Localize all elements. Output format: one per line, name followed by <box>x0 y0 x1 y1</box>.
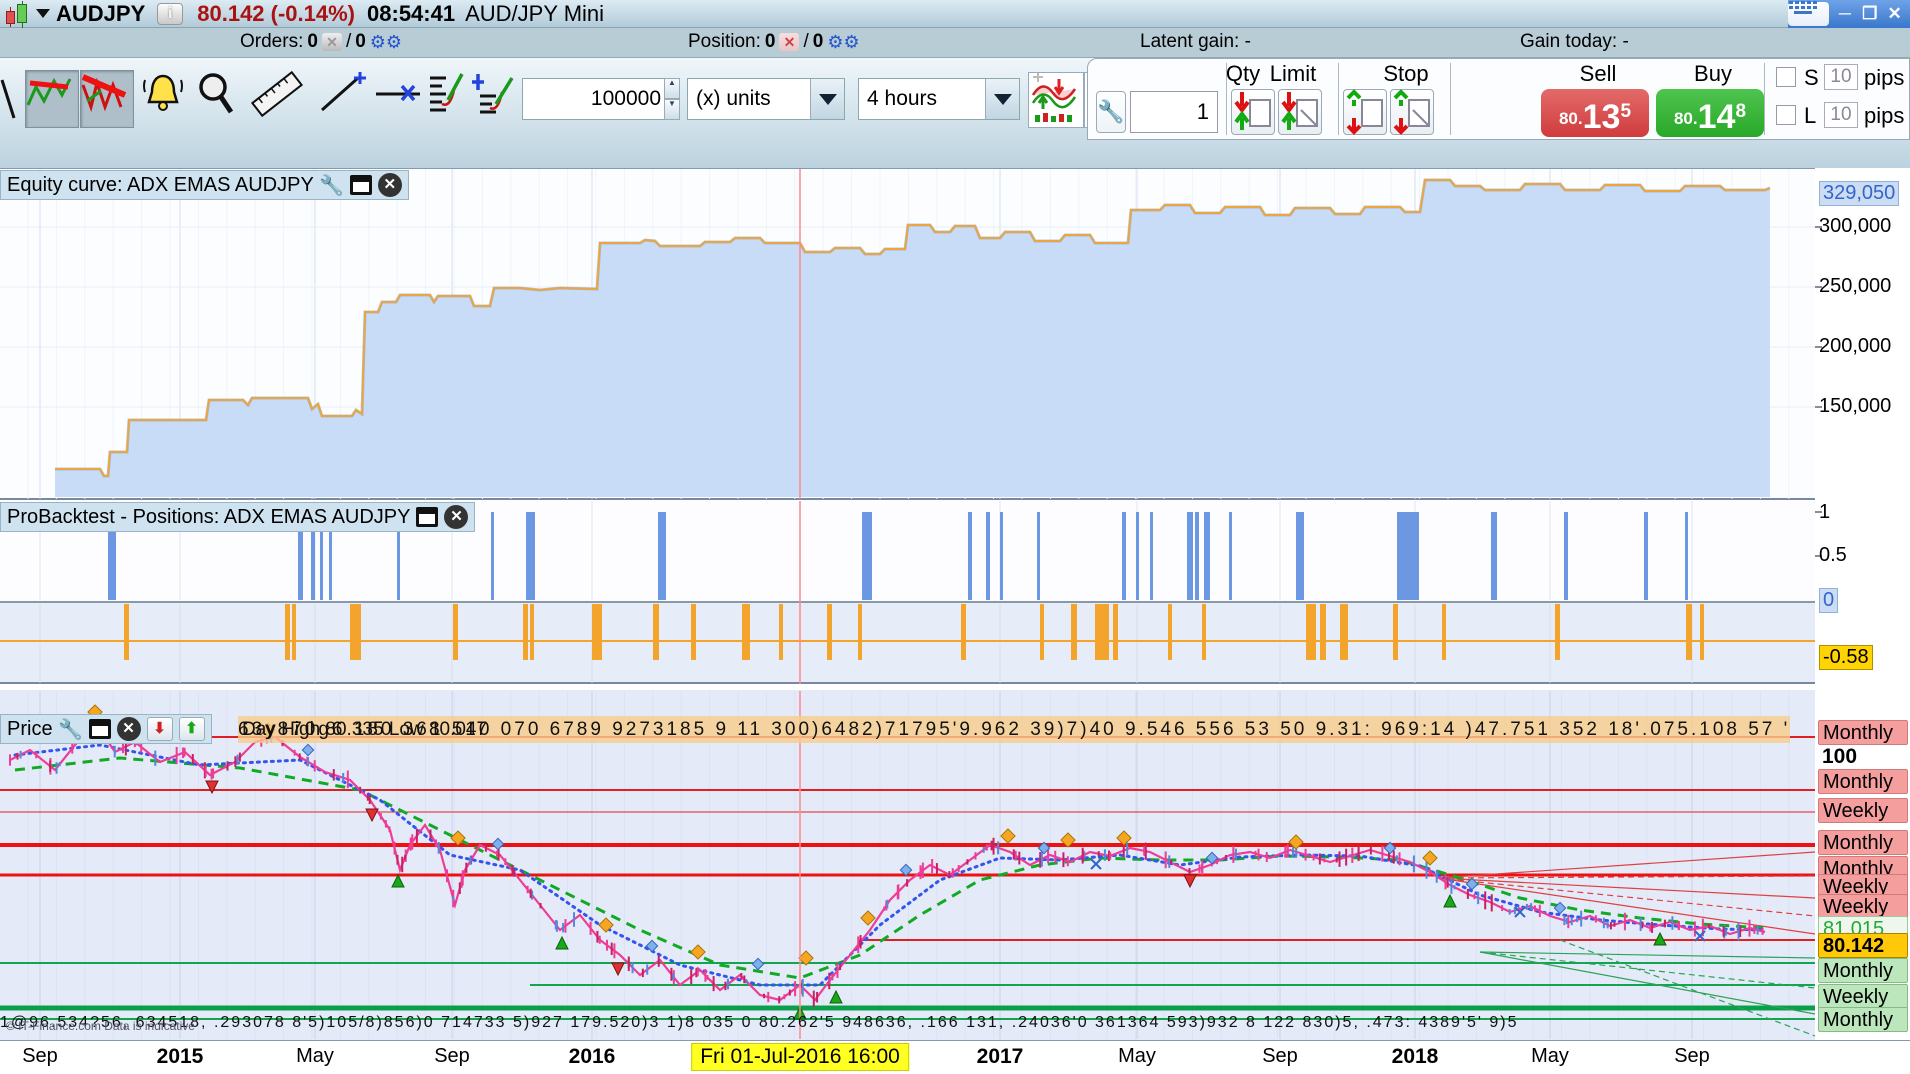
positions-close-icon[interactable]: ✕ <box>444 505 469 529</box>
time-axis-tick: May <box>296 1045 334 1067</box>
time-axis-tick: Sep <box>434 1045 470 1067</box>
price-settings-wrench-icon[interactable]: 🔧 <box>58 717 83 741</box>
equity-axis-tick: 300,000 <box>1819 215 1892 237</box>
price-level-label: 100 <box>1822 745 1858 768</box>
equity-axis-tick: 200,000 <box>1819 335 1892 357</box>
price-level-label: Weekly <box>1818 984 1908 1009</box>
price-chart <box>0 691 1816 1039</box>
positions-maximize-icon[interactable] <box>416 507 439 527</box>
equity-close-icon[interactable]: ✕ <box>377 173 402 197</box>
positions-panel-title: ProBacktest - Positions: ADX EMAS AUDJPY… <box>0 502 476 532</box>
time-axis-tick: Sep <box>1262 1045 1298 1067</box>
trade-labels-overlap-text: 1@96.534?56, 634518, .293078 8'5)105/8)8… <box>0 1014 1519 1031</box>
equity-current-value: 329,050 <box>1819 181 1900 206</box>
trading-platform-window: AUDJPY i 80.142 (-0.14%) 08:54:41 AUD/JP… <box>0 0 1910 1074</box>
positions-title-text: ProBacktest - Positions: ADX EMAS AUDJPY <box>7 505 411 528</box>
time-axis-tick: 2015 <box>156 1045 204 1068</box>
positions-axis-05: 0.5 <box>1819 544 1847 566</box>
time-axis-tick: 2018 <box>1391 1045 1439 1068</box>
equity-title-text: Equity curve: ADX EMAS AUDJPY <box>7 173 314 196</box>
time-axis-tick: Sep <box>1674 1045 1710 1067</box>
alert-band-overlap-text: 63y870g6 180 361 510 070 6789 9273185 9 … <box>238 719 1790 740</box>
cursor-date-label: Fri 01-Jul-2016 16:00 <box>691 1043 909 1071</box>
price-panel-title: Price 🔧 ✕ ⬇ ⬆ <box>0 714 212 744</box>
current-price-label: 80.142 <box>1818 933 1908 958</box>
price-level-label: Monthly <box>1818 720 1908 745</box>
price-level-label: Monthly <box>1818 769 1908 794</box>
alert-band: Day High 80.335 Low 80.047 63y870g6 180 … <box>238 716 1790 743</box>
scroll-up-arrow-icon[interactable]: ⬆ <box>178 717 205 741</box>
time-axis-tick: Sep <box>22 1045 58 1067</box>
equity-axis-tick: 250,000 <box>1819 275 1892 297</box>
positions-axis-0: 0 <box>1819 588 1839 613</box>
time-axis-tick: 2017 <box>976 1045 1024 1068</box>
time-axis-tick: 2016 <box>568 1045 616 1068</box>
time-axis-tick: May <box>1531 1045 1569 1067</box>
time-axis[interactable]: Sep 2015 May Sep 2016 2017 May Sep 2018 May Sep Fri… <box>0 1040 1910 1074</box>
equity-panel-title: Equity curve: ADX EMAS AUDJPY 🔧 ✕ <box>0 170 409 200</box>
price-level-label: Monthly <box>1818 830 1908 855</box>
equity-maximize-icon[interactable] <box>349 175 372 195</box>
equity-settings-wrench-icon[interactable]: 🔧 <box>319 173 344 197</box>
price-close-icon[interactable]: ✕ <box>116 717 141 741</box>
price-level-label: Monthly <box>1818 958 1908 983</box>
copyright-watermark: © IT-Finance.com Data is indicative <box>6 1019 195 1033</box>
price-title-text: Price <box>7 717 53 740</box>
positions-axis-1: 1 <box>1819 501 1831 523</box>
equity-axis-tick: 150,000 <box>1819 395 1892 417</box>
price-level-label: Monthly <box>1818 1007 1908 1032</box>
time-axis-tick: May <box>1118 1045 1156 1067</box>
positions-lower-value: -0.58 <box>1819 645 1873 670</box>
price-level-label: Weekly <box>1818 798 1908 823</box>
price-maximize-icon[interactable] <box>88 719 111 739</box>
scroll-down-arrow-icon[interactable]: ⬇ <box>146 717 173 741</box>
